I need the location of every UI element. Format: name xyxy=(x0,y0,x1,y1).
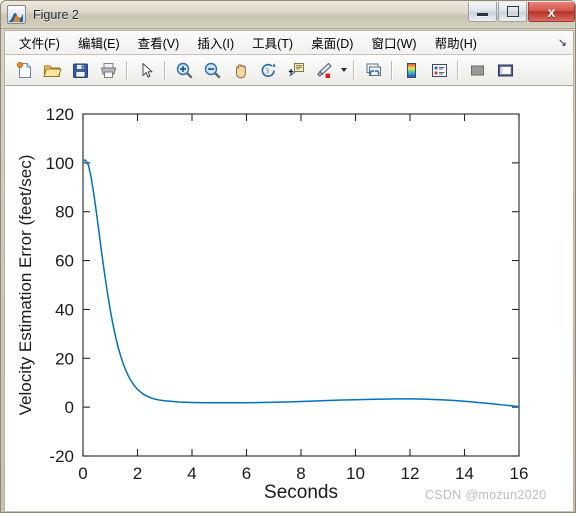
toolbar-separator xyxy=(457,60,459,80)
menu-help[interactable]: 帮助(H) xyxy=(427,30,485,55)
rotate-3d-icon[interactable]: 3 xyxy=(254,57,282,84)
y-axis-label: Velocity Estimation Error (feet/sec) xyxy=(16,155,35,416)
figure-window: Figure 2 x 文件(F) 编辑(E) 查看(V) 插入(I) 工具(T)… xyxy=(0,0,576,513)
y-tick-label: 120 xyxy=(46,105,74,124)
x-tick-label: 0 xyxy=(78,464,87,483)
y-tick-label: 20 xyxy=(55,349,74,368)
x-tick-label: 8 xyxy=(296,464,305,483)
matlab-figure-icon xyxy=(7,5,26,24)
menu-edit[interactable]: 编辑(E) xyxy=(70,30,128,55)
menu-bar: 文件(F) 编辑(E) 查看(V) 插入(I) 工具(T) 桌面(D) 窗口(W… xyxy=(4,30,574,55)
hide-plot-tools-icon[interactable] xyxy=(463,57,491,84)
x-tick-label: 14 xyxy=(455,464,474,483)
data-series-line xyxy=(82,159,520,408)
pan-icon[interactable] xyxy=(226,57,254,84)
brush-dropdown-icon[interactable] xyxy=(338,58,349,83)
zoom-in-icon[interactable] xyxy=(170,57,198,84)
maximize-button[interactable] xyxy=(498,2,527,22)
axes-box xyxy=(82,113,520,457)
x-tick-label: 4 xyxy=(187,464,196,483)
minimize-icon xyxy=(477,13,488,16)
toolbar-separator xyxy=(353,60,355,80)
toolbar: 3 xyxy=(4,55,574,86)
window-controls: x xyxy=(468,2,575,22)
y-tick-label: 60 xyxy=(55,252,74,271)
menu-tools[interactable]: 工具(T) xyxy=(244,30,301,55)
x-tick-label: 10 xyxy=(346,464,365,483)
data-cursor-icon[interactable] xyxy=(282,57,310,84)
y-tick-label: -20 xyxy=(49,447,74,466)
figure-canvas[interactable]: 0 2 4 6 8 10 12 14 16 -20 0 20 40 60 80 100 120 Seconds… xyxy=(4,86,574,511)
toolbar-separator xyxy=(164,60,166,80)
y-tick-label: 100 xyxy=(46,154,74,173)
x-axis-ticks xyxy=(82,114,520,456)
x-tick-label: 6 xyxy=(242,464,251,483)
watermark-text: CSDN @mozun2020 xyxy=(425,488,547,502)
menu-overflow-icon[interactable]: ↘ xyxy=(558,36,567,49)
new-figure-icon[interactable] xyxy=(10,57,38,84)
x-tick-label: 2 xyxy=(133,464,142,483)
y-axis-tick-labels: -20 0 20 40 60 80 100 120 xyxy=(46,105,74,466)
pointer-icon[interactable] xyxy=(132,57,160,84)
y-tick-label: 0 xyxy=(65,398,74,417)
velocity-error-plot[interactable]: 0 2 4 6 8 10 12 14 16 -20020406080100120 Seconds… xyxy=(5,86,574,511)
window-title: Figure 2 xyxy=(33,7,79,22)
legend-icon[interactable] xyxy=(425,57,453,84)
x-tick-label: 16 xyxy=(510,464,529,483)
y-tick-label: 80 xyxy=(55,203,74,222)
maximize-icon xyxy=(506,6,519,17)
print-figure-icon[interactable] xyxy=(94,57,122,84)
menu-insert[interactable]: 插入(I) xyxy=(189,30,242,55)
y-axis-ticks xyxy=(83,113,519,457)
toolbar-separator xyxy=(391,60,393,80)
minimize-button[interactable] xyxy=(468,2,497,22)
svg-text:3: 3 xyxy=(265,66,269,75)
toolbar-separator xyxy=(126,60,128,80)
link-plot-icon[interactable] xyxy=(359,57,387,84)
x-tick-label: 12 xyxy=(401,464,420,483)
open-file-icon[interactable] xyxy=(38,57,66,84)
close-button[interactable]: x xyxy=(528,2,575,22)
menu-window[interactable]: 窗口(W) xyxy=(363,30,424,55)
x-axis-tick-labels: 0 2 4 6 8 10 12 14 16 xyxy=(78,464,528,483)
menu-view[interactable]: 查看(V) xyxy=(130,30,188,55)
menu-file[interactable]: 文件(F) xyxy=(11,30,68,55)
zoom-out-icon[interactable] xyxy=(198,57,226,84)
title-bar: Figure 2 x xyxy=(1,1,575,29)
menu-desktop[interactable]: 桌面(D) xyxy=(303,30,361,55)
close-icon: x xyxy=(547,3,556,20)
x-axis-label: Seconds xyxy=(264,482,338,503)
colorbar-icon[interactable] xyxy=(397,57,425,84)
y-tick-label: 40 xyxy=(55,300,74,319)
show-plot-tools-icon[interactable] xyxy=(491,57,519,84)
brush-icon[interactable] xyxy=(310,57,338,84)
save-figure-icon[interactable] xyxy=(66,57,94,84)
